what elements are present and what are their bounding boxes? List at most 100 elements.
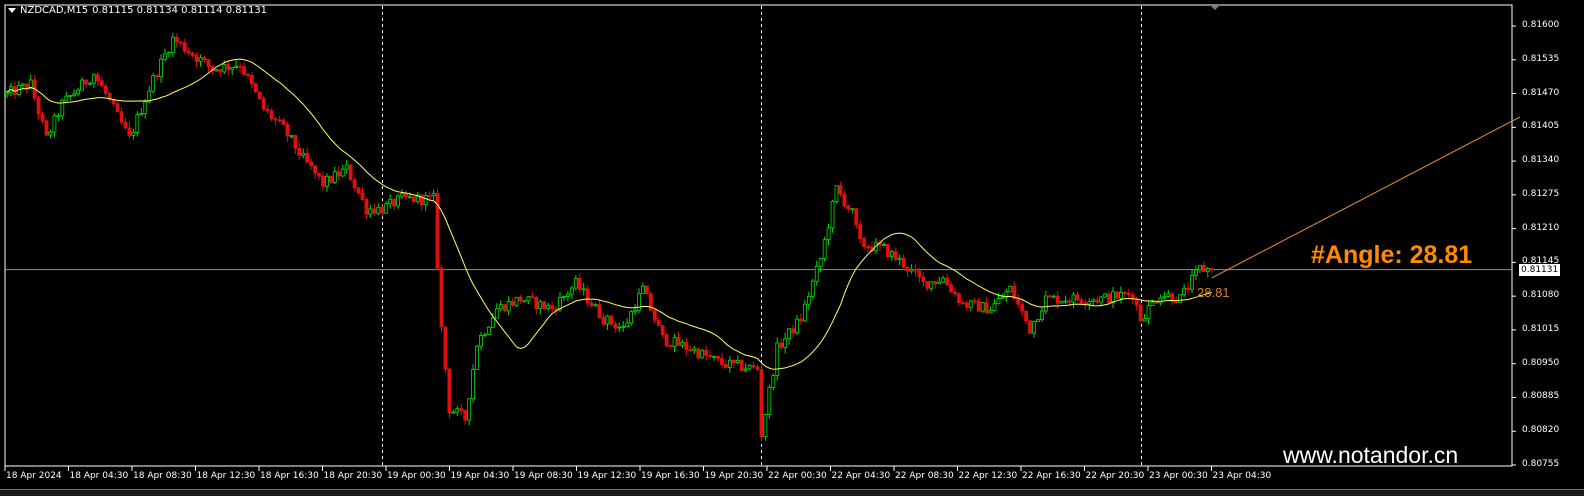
bull-candle xyxy=(80,79,84,91)
collapse-triangle-icon[interactable] xyxy=(8,8,16,13)
bear-candle xyxy=(1075,294,1080,301)
bull-candle xyxy=(1091,299,1096,302)
bull-candle xyxy=(1036,319,1040,323)
bear-candle xyxy=(392,198,397,207)
bear-candle xyxy=(364,199,369,215)
bear-candle xyxy=(716,355,720,359)
bear-candle xyxy=(660,325,665,336)
bear-candle xyxy=(585,288,590,304)
bear-candle xyxy=(530,296,535,299)
bull-candle xyxy=(929,281,934,289)
bear-candle xyxy=(439,267,444,328)
bull-candle xyxy=(968,300,973,308)
bull-candle xyxy=(131,131,136,136)
bear-candle xyxy=(609,315,614,325)
price-tick-label: 0.80950 xyxy=(1522,357,1560,368)
bear-candle xyxy=(913,268,918,272)
bear-candle xyxy=(321,175,325,187)
bull-candle xyxy=(617,326,622,329)
bear-candle xyxy=(1067,300,1072,303)
bear-candle xyxy=(885,244,890,258)
bear-candle xyxy=(1055,295,1060,304)
bear-candle xyxy=(186,50,191,54)
bear-candle xyxy=(684,342,689,350)
bear-candle xyxy=(957,293,961,303)
bull-candle xyxy=(222,64,227,73)
bear-candle xyxy=(688,349,693,352)
bear-candle xyxy=(534,297,539,310)
bear-candle xyxy=(194,55,199,62)
price-tick-label: 0.80820 xyxy=(1522,425,1560,436)
bear-candle xyxy=(84,79,88,85)
bull-candle xyxy=(198,57,203,62)
bull-candle xyxy=(68,94,73,97)
time-tick-label: 18 Apr 20:30 xyxy=(323,471,383,481)
bull-candle xyxy=(806,295,811,305)
symbol-label: NZDCAD,M15 xyxy=(20,5,89,16)
bull-candle xyxy=(1146,305,1151,320)
bear-candle xyxy=(40,113,45,122)
bull-candle xyxy=(889,251,894,258)
time-tick-label: 22 Apr 00:30 xyxy=(768,471,827,481)
bull-candle xyxy=(593,304,598,307)
bull-candle xyxy=(909,268,914,272)
bull-candle xyxy=(641,285,645,294)
bull-candle xyxy=(483,333,487,336)
bear-candle xyxy=(949,284,953,293)
bull-candle xyxy=(747,364,752,370)
bull-candle xyxy=(1051,295,1056,298)
bear-candle xyxy=(44,120,49,136)
bull-candle xyxy=(1119,291,1123,299)
bull-candle xyxy=(289,135,294,137)
bull-candle xyxy=(526,296,531,302)
bull-candle xyxy=(332,171,337,183)
bull-candle xyxy=(431,193,436,197)
bear-candle xyxy=(1047,295,1052,298)
bull-candle xyxy=(490,317,495,328)
chart-header: NZDCAD,M15 0.81115 0.81134 0.81114 0.811… xyxy=(8,5,267,16)
bull-candle xyxy=(1059,300,1064,304)
price-tick-label: 0.81405 xyxy=(1522,121,1560,132)
bear-candle xyxy=(1024,310,1028,322)
bear-candle xyxy=(838,185,843,195)
bull-candle xyxy=(407,196,412,199)
bear-candle xyxy=(724,364,728,368)
bear-candle xyxy=(1115,291,1119,299)
bull-candle xyxy=(56,115,61,118)
bull-candle xyxy=(376,206,381,214)
bid-price-label: 0.81131 xyxy=(1519,264,1561,276)
bear-candle xyxy=(1122,291,1127,294)
plot-frame xyxy=(4,4,1513,467)
bear-candle xyxy=(696,348,701,359)
bull-candle xyxy=(1150,301,1155,306)
bull-candle xyxy=(787,328,791,340)
bull-candle xyxy=(467,398,472,421)
bear-candle xyxy=(1134,298,1139,306)
price-tick-label: 0.81275 xyxy=(1522,188,1560,199)
bear-candle xyxy=(1209,268,1214,271)
angle-label: #Angle: 28.81 xyxy=(1311,241,1473,269)
bear-candle xyxy=(1174,301,1179,303)
bear-candle xyxy=(759,369,764,438)
bear-candle xyxy=(502,304,507,312)
bear-candle xyxy=(459,408,464,412)
bear-candle xyxy=(352,179,357,189)
chart-window[interactable]: NZDCAD,M15 0.81115 0.81134 0.81114 0.811… xyxy=(0,0,1584,496)
bull-candle xyxy=(214,69,219,72)
bear-candle xyxy=(246,73,250,76)
bear-candle xyxy=(443,326,448,370)
bull-candle xyxy=(680,342,685,346)
bear-candle xyxy=(866,246,870,248)
bear-candle xyxy=(1083,302,1088,305)
bull-candle xyxy=(388,198,393,205)
bear-candle xyxy=(731,359,736,364)
time-tick-label: 22 Apr 08:30 xyxy=(895,471,954,481)
bull-candle xyxy=(692,348,697,352)
bull-candle xyxy=(980,302,985,312)
bear-candle xyxy=(1186,287,1190,290)
bull-candle xyxy=(605,315,610,325)
bear-candle xyxy=(945,277,949,286)
bull-candle xyxy=(514,296,519,306)
bear-candle xyxy=(925,281,930,289)
bear-candle xyxy=(372,208,377,214)
